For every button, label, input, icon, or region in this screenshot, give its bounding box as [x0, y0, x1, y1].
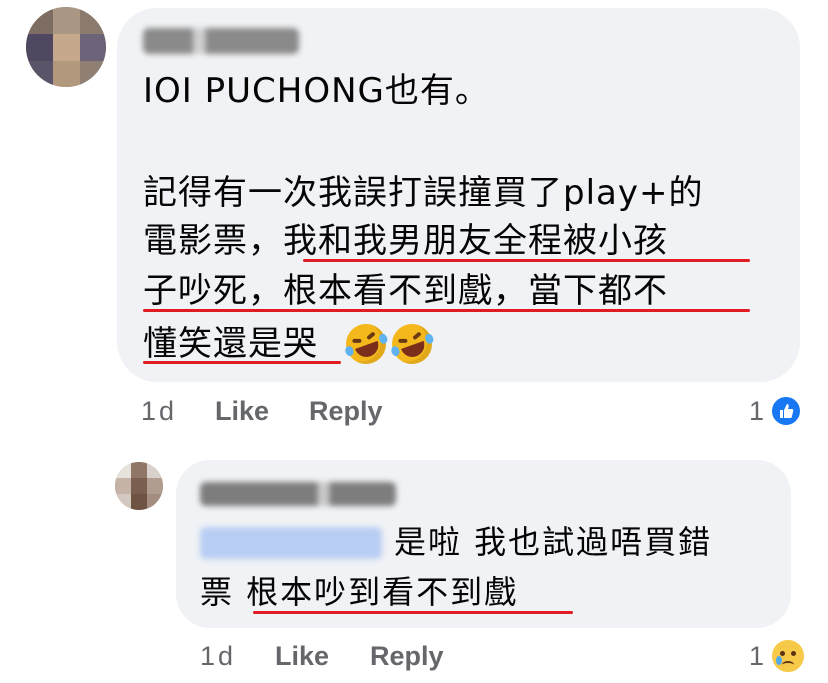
reaction-count[interactable]: 1 [749, 641, 764, 672]
underline-annotation [303, 259, 750, 262]
underline-annotation [143, 309, 750, 312]
reply-button[interactable]: Reply [309, 396, 383, 427]
comment-timestamp[interactable]: 1d [141, 396, 177, 427]
like-button[interactable]: Like [275, 641, 329, 672]
reaction-count[interactable]: 1 [749, 396, 764, 427]
author-name-blurred[interactable] [143, 28, 299, 54]
mention-tag-blurred[interactable] [200, 527, 382, 559]
sad-icon[interactable] [770, 638, 806, 674]
author-name-blurred[interactable] [200, 482, 396, 506]
underline-annotation [253, 611, 573, 614]
underline-annotation [143, 361, 341, 364]
reply-text-line: 票 根本吵到看不到戲 [200, 573, 519, 611]
like-button[interactable]: Like [215, 396, 269, 427]
reply-text-line: 是啦 我也試過唔買錯 [394, 523, 713, 561]
avatar[interactable] [115, 462, 163, 510]
reply-button[interactable]: Reply [370, 641, 444, 672]
comment-text-line: IOI PUCHONG也有。 [143, 71, 490, 111]
avatar[interactable] [26, 7, 106, 87]
reply-timestamp[interactable]: 1d [200, 641, 236, 672]
like-icon[interactable] [770, 395, 802, 427]
